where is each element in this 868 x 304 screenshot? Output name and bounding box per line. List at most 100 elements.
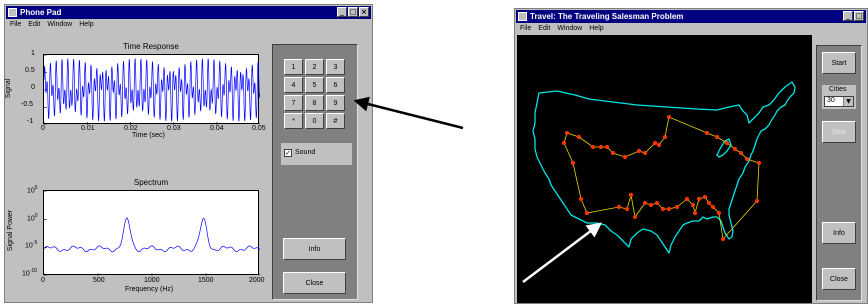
maximize-icon[interactable]: □ — [348, 7, 358, 17]
cities-value: 30 — [827, 97, 835, 104]
matlab-app-icon — [518, 12, 527, 21]
ytick-label: 10-5 — [25, 240, 38, 250]
xtick-label: 0.05 — [252, 125, 266, 132]
key-1[interactable]: 1 — [284, 59, 303, 75]
city-dot — [756, 160, 762, 166]
city-dot — [652, 140, 658, 146]
xtick-label: 1000 — [144, 277, 160, 284]
xtick-label: 0.02 — [124, 125, 138, 132]
menu-window[interactable]: Window — [47, 21, 72, 28]
menu-file[interactable]: File — [10, 21, 21, 28]
city-dot — [578, 196, 584, 202]
chevron-down-icon[interactable]: ▼ — [843, 97, 853, 106]
xtick-label: 500 — [93, 277, 105, 284]
travel-titlebar[interactable]: Travel: The Traveling Salesman Problem _… — [516, 10, 866, 23]
city-dot — [662, 134, 668, 140]
city-dot — [622, 154, 628, 160]
key-3[interactable]: 3 — [326, 59, 345, 75]
xtick-label: 0 — [41, 277, 45, 284]
city-dot — [754, 198, 760, 204]
sound-checkbox[interactable]: ✓ — [284, 149, 292, 157]
spectrum-line — [44, 217, 260, 253]
city-dot — [576, 134, 582, 140]
city-dot — [666, 114, 672, 120]
city-dot — [714, 134, 720, 140]
minimize-icon[interactable]: _ — [337, 7, 347, 17]
key-2[interactable]: 2 — [305, 59, 324, 75]
city-dot — [632, 214, 638, 220]
spectrum-axes — [43, 190, 260, 276]
city-dot — [732, 146, 738, 152]
phone-pad-titlebar[interactable]: Phone Pad _ □ × — [6, 6, 371, 19]
menu-file[interactable]: File — [520, 25, 531, 32]
us-map-outline — [532, 81, 796, 254]
city-dot — [706, 200, 712, 206]
route-line — [563, 116, 760, 240]
close-button[interactable]: Close — [822, 268, 856, 290]
close-icon[interactable]: × — [359, 7, 369, 17]
key-7[interactable]: 7 — [284, 95, 303, 111]
key-0[interactable]: 0 — [305, 113, 324, 129]
spectrum-ylabel: Signal Power — [7, 209, 15, 252]
city-dot — [684, 196, 690, 202]
city-dot — [636, 148, 642, 154]
city-dot — [738, 150, 744, 156]
sound-label: Sound — [295, 149, 316, 156]
info-button[interactable]: Info — [283, 238, 346, 260]
city-dot — [642, 200, 648, 206]
city-dot — [561, 140, 567, 146]
city-dot — [696, 196, 702, 202]
matlab-app-icon — [8, 8, 17, 17]
cities-select[interactable]: 30 ▼ — [824, 96, 854, 107]
key-5[interactable]: 5 — [305, 77, 324, 93]
menu-window[interactable]: Window — [557, 25, 582, 32]
city-dot — [656, 142, 662, 148]
key-4[interactable]: 4 — [284, 77, 303, 93]
xtick-label: 0.03 — [167, 125, 181, 132]
menu-help[interactable]: Help — [589, 25, 603, 32]
xtick-label: 0.04 — [210, 125, 224, 132]
phone-pad-window: Phone Pad _ □ × File Edit Window Help Time … — [4, 4, 373, 303]
ytick-label: 10-10 — [22, 268, 38, 278]
stop-button[interactable]: Stop — [822, 121, 856, 143]
city-dot — [610, 150, 616, 156]
city-dot — [642, 150, 648, 156]
key-9[interactable]: 9 — [326, 95, 345, 111]
city-dot — [660, 206, 666, 212]
menu-edit[interactable]: Edit — [538, 25, 550, 32]
start-button[interactable]: Start — [822, 52, 856, 74]
city-dot — [692, 210, 698, 216]
time-ylabel: Signal — [5, 78, 13, 99]
cities-label: Cities — [829, 86, 847, 93]
menu-help[interactable]: Help — [79, 21, 93, 28]
key-hash[interactable]: # — [326, 113, 345, 129]
ytick-label: -0.5 — [21, 101, 34, 108]
city-dot — [674, 204, 680, 210]
city-dot — [628, 192, 634, 198]
city-dot — [704, 130, 710, 136]
spectrum-xlabel: Frequency (Hz) — [125, 286, 174, 293]
phone-control-panel: 1 2 3 4 5 6 7 8 9 * 0 # ✓ Sound Info Clo… — [272, 44, 358, 300]
xtick-label: 0.01 — [81, 125, 95, 132]
xtick-label: 0 — [41, 125, 45, 132]
menu-bar: File Edit Window Help — [516, 24, 866, 34]
info-button[interactable]: Info — [822, 222, 856, 244]
map-canvas — [517, 35, 812, 303]
minimize-icon[interactable]: _ — [843, 11, 853, 21]
city-dot — [564, 130, 570, 136]
time-xlabel: Time (sec) — [132, 132, 165, 139]
key-star[interactable]: * — [284, 113, 303, 129]
city-dot — [724, 140, 730, 146]
maximize-icon[interactable]: □ — [854, 11, 864, 21]
key-6[interactable]: 6 — [326, 77, 345, 93]
close-button[interactable]: Close — [283, 272, 346, 294]
city-dot — [690, 202, 696, 208]
sound-checkbox-row[interactable]: ✓ Sound — [281, 143, 352, 165]
menu-edit[interactable]: Edit — [28, 21, 40, 28]
spectrum-plot-title: Spectrum — [133, 178, 169, 187]
city-dot — [710, 204, 716, 210]
ytick-label: 100 — [27, 213, 38, 223]
key-8[interactable]: 8 — [305, 95, 324, 111]
time-signal-line — [44, 58, 260, 122]
ytick-label: -1 — [27, 118, 34, 125]
